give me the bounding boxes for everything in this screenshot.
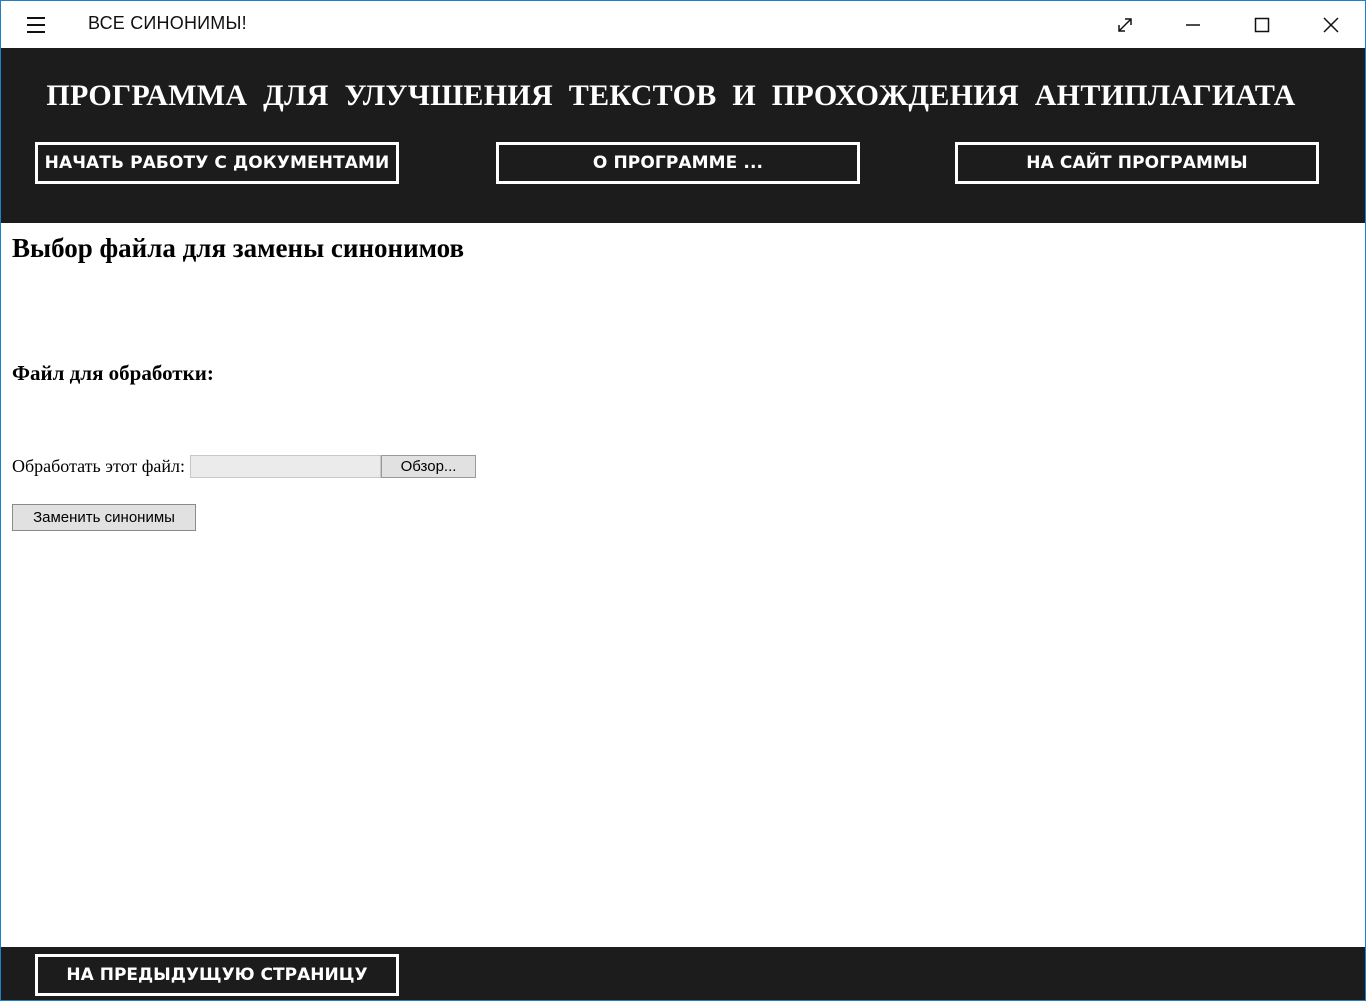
footer-band: НА ПРЕДЫДУЩУЮ СТРАНИЦУ — [1, 947, 1365, 1000]
page-title: Выбор файла для замены синонимов — [12, 233, 465, 263]
hamburger-menu-icon[interactable] — [19, 12, 53, 38]
expand-icon[interactable] — [1091, 1, 1159, 48]
app-window: ВСЕ СИНОНИМЫ! ПРОГРАММА ДЛЯ УЛУЧШЕНИЯ ТЕ… — [0, 0, 1366, 1001]
section-title: Файл для обработки: — [12, 361, 214, 385]
file-label: Обработать этот файл: — [12, 456, 186, 476]
file-path-input[interactable] — [190, 455, 382, 478]
window-title: ВСЕ СИНОНИМЫ! — [88, 13, 247, 33]
minimize-icon[interactable] — [1159, 1, 1227, 48]
replace-synonyms-button[interactable]: Заменить синонимы — [12, 504, 196, 531]
title-bar: ВСЕ СИНОНИМЫ! — [1, 1, 1365, 48]
start-documents-button[interactable]: НАЧАТЬ РАБОТУ С ДОКУМЕНТАМИ — [35, 142, 399, 184]
close-icon[interactable] — [1297, 1, 1365, 48]
file-select-row: Обработать этот файл: Обзор... — [12, 455, 477, 478]
previous-page-button[interactable]: НА ПРЕДЫДУЩУЮ СТРАНИЦУ — [35, 954, 399, 996]
program-headline: ПРОГРАММА ДЛЯ УЛУЧШЕНИЯ ТЕКСТОВ И ПРОХОЖ… — [46, 79, 1296, 112]
maximize-icon[interactable] — [1228, 1, 1296, 48]
header-band: ПРОГРАММА ДЛЯ УЛУЧШЕНИЯ ТЕКСТОВ И ПРОХОЖ… — [1, 48, 1365, 223]
program-site-button[interactable]: НА САЙТ ПРОГРАММЫ — [955, 142, 1319, 184]
browse-button[interactable]: Обзор... — [381, 455, 477, 478]
about-program-button[interactable]: О ПРОГРАММЕ ... — [496, 142, 860, 184]
